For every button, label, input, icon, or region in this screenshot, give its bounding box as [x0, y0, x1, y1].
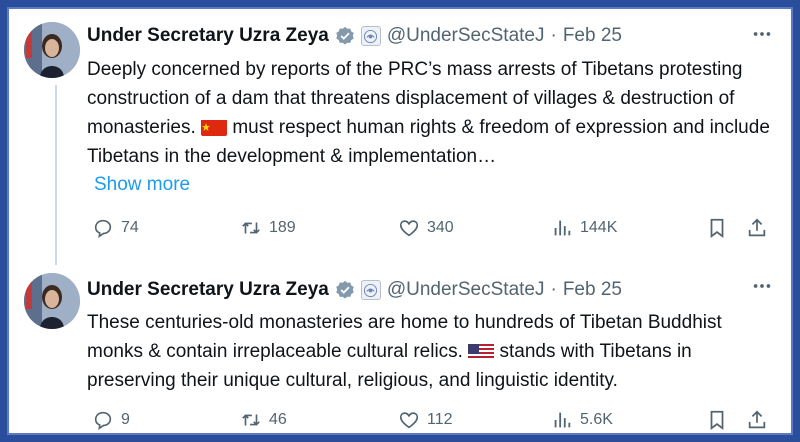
repost-count: 46: [269, 411, 287, 428]
tweet-1[interactable]: Under Secretary Uzra Zeya @UnderSecState…: [9, 9, 791, 261]
more-icon[interactable]: [747, 19, 777, 49]
tweet-header: Under Secretary Uzra Zeya @UnderSecState…: [87, 23, 622, 49]
avatar[interactable]: [24, 273, 80, 329]
share-button[interactable]: [746, 409, 768, 431]
like-icon: [399, 412, 419, 429]
repost-count: 189: [269, 219, 296, 236]
reply-button[interactable]: 9: [92, 409, 130, 431]
tweet-actions: 74 189 340 144K: [9, 217, 791, 245]
china-flag-icon: [201, 118, 228, 136]
repost-icon: [242, 222, 260, 234]
repost-button[interactable]: 46: [240, 409, 287, 431]
bookmark-icon: [710, 410, 724, 430]
tweet-date[interactable]: Feb 25: [563, 25, 622, 47]
share-button[interactable]: [746, 217, 768, 239]
repost-button[interactable]: 189: [240, 217, 296, 239]
more-icon[interactable]: [747, 271, 777, 301]
bookmark-button[interactable]: [706, 217, 728, 239]
like-button[interactable]: 112: [398, 409, 453, 431]
tweet-actions: 9 46 112 5.6K: [9, 409, 791, 433]
views-count: 144K: [580, 219, 618, 236]
views-count: 5.6K: [580, 411, 613, 428]
like-button[interactable]: 340: [398, 217, 454, 239]
verified-badge-icon: [335, 26, 355, 46]
views-button[interactable]: 5.6K: [551, 409, 613, 431]
tweet-date[interactable]: Feb 25: [563, 279, 622, 301]
share-icon: [748, 410, 766, 429]
reply-count: 9: [121, 411, 130, 428]
separator-dot: ·: [550, 279, 557, 300]
author-name[interactable]: Under Secretary Uzra Zeya: [87, 279, 329, 301]
reply-icon: [94, 219, 112, 238]
tweet-header: Under Secretary Uzra Zeya @UnderSecState…: [87, 277, 622, 303]
repost-icon: [242, 414, 260, 426]
show-more-link[interactable]: Show more: [94, 174, 190, 196]
tweet-2[interactable]: Under Secretary Uzra Zeya @UnderSecState…: [9, 261, 791, 433]
verified-badge-icon: [335, 280, 355, 300]
views-icon: [554, 412, 571, 428]
tweet-text: Deeply concerned by reports of the PRC’s…: [87, 55, 777, 171]
author-name[interactable]: Under Secretary Uzra Zeya: [87, 25, 329, 47]
avatar[interactable]: [24, 22, 80, 78]
reply-icon: [94, 411, 112, 430]
bookmark-button[interactable]: [706, 409, 728, 431]
reply-count: 74: [121, 219, 139, 236]
org-badge-icon[interactable]: [360, 26, 381, 46]
views-icon: [554, 220, 571, 236]
like-count: 340: [427, 219, 454, 236]
like-icon: [399, 220, 419, 237]
tweet-text: These centuries-old monasteries are home…: [87, 308, 777, 395]
bookmark-icon: [710, 218, 724, 238]
tweet-thread-card: Under Secretary Uzra Zeya @UnderSecState…: [7, 7, 793, 435]
org-badge-icon[interactable]: [360, 280, 381, 300]
views-button[interactable]: 144K: [551, 217, 617, 239]
reply-button[interactable]: 74: [92, 217, 139, 239]
separator-dot: ·: [550, 25, 557, 46]
author-handle[interactable]: @UnderSecStateJ: [387, 25, 545, 47]
us-flag-icon: [468, 342, 495, 360]
share-icon: [748, 218, 766, 237]
author-handle[interactable]: @UnderSecStateJ: [387, 279, 545, 301]
like-count: 112: [427, 411, 453, 428]
